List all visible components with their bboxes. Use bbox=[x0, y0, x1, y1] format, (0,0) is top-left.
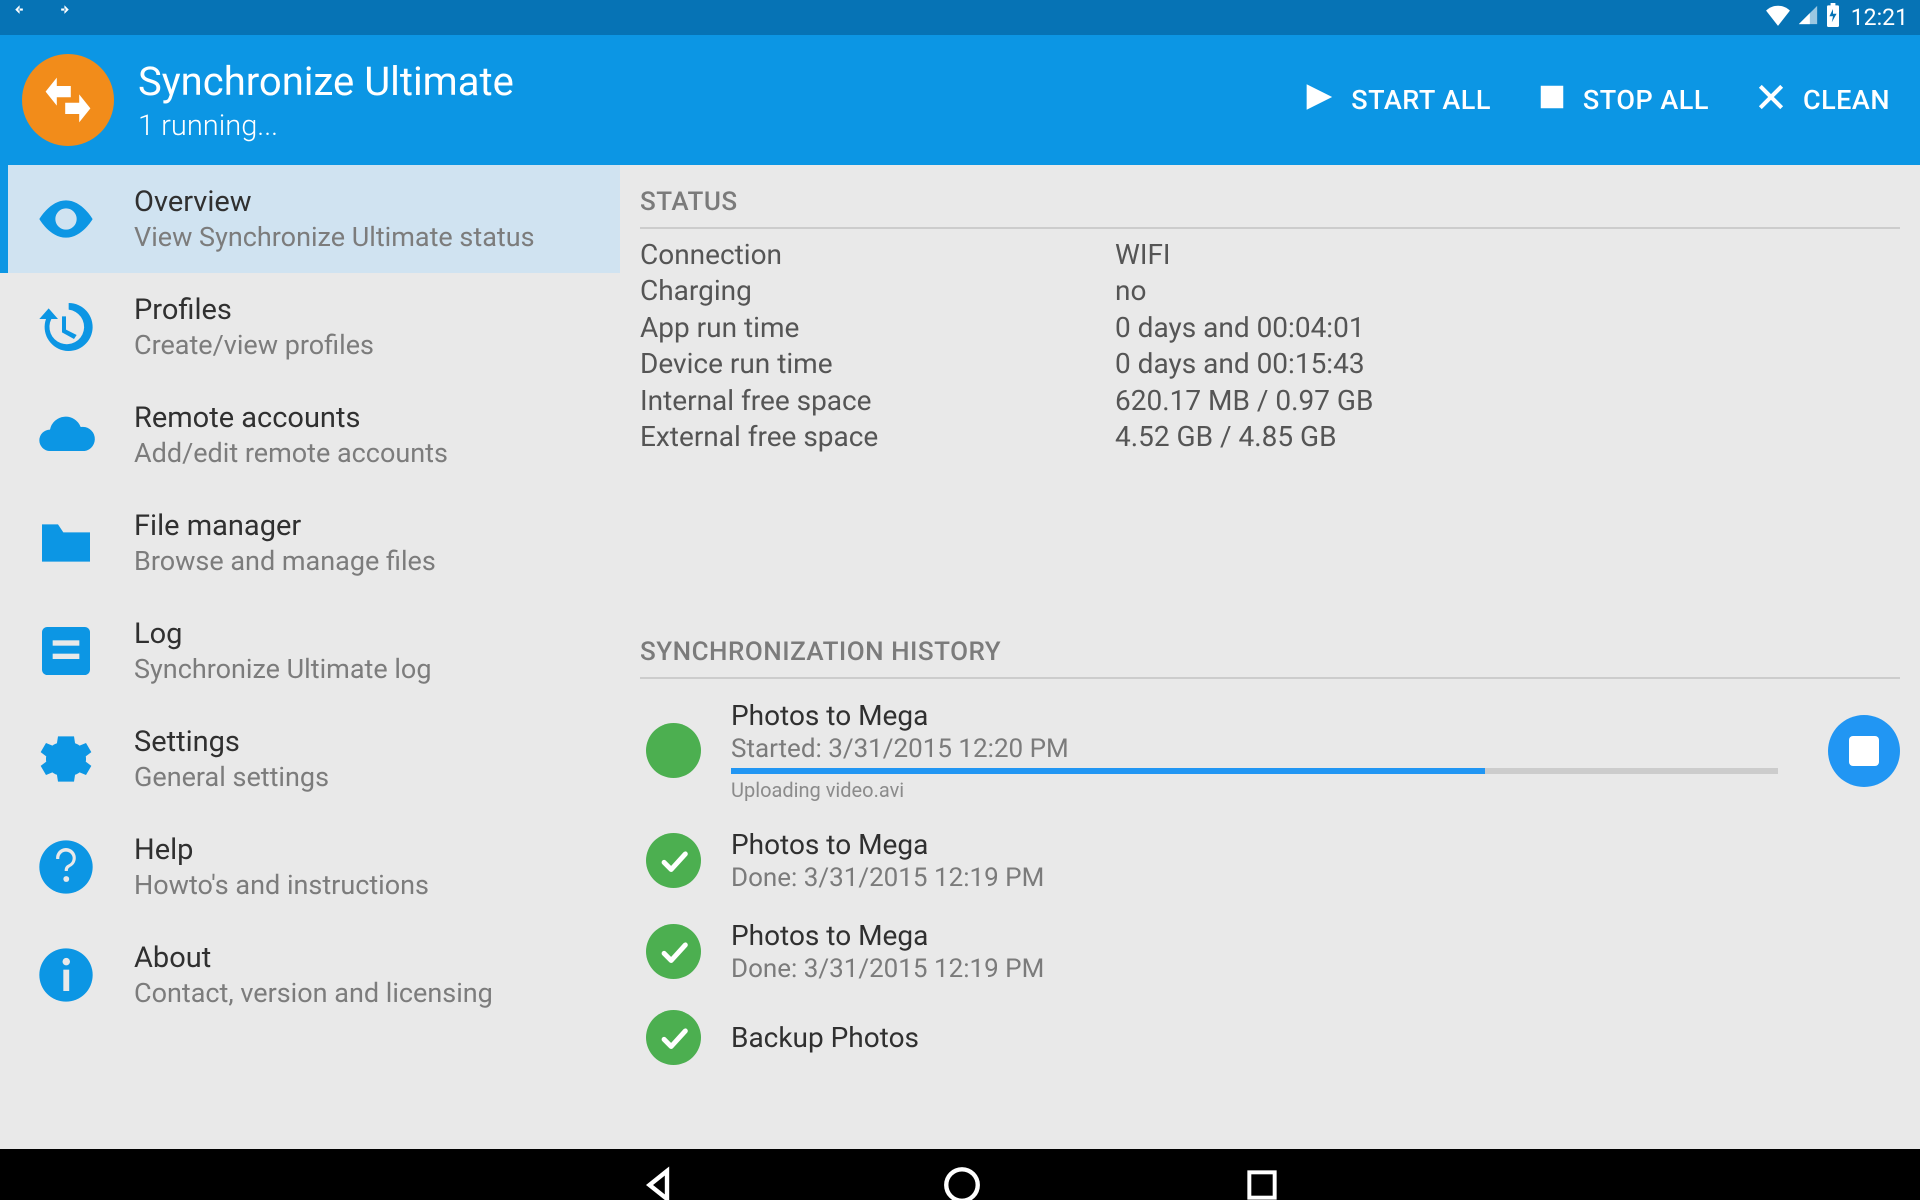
android-status-bar: 12:21 bbox=[0, 0, 1920, 35]
sidebar-item-label: Settings bbox=[134, 725, 329, 759]
progress-bar bbox=[731, 768, 1778, 774]
running-status-icon bbox=[646, 723, 701, 778]
sidebar-item-file-manager[interactable]: File manager Browse and manage files bbox=[0, 489, 620, 597]
start-all-label: START ALL bbox=[1351, 84, 1491, 116]
history-section-header: SYNCHRONIZATION HISTORY bbox=[640, 625, 1900, 679]
nav-home-button[interactable] bbox=[941, 1164, 983, 1200]
wifi-icon bbox=[1765, 4, 1791, 32]
sidebar-item-label: About bbox=[134, 941, 493, 975]
app-logo-icon bbox=[22, 54, 114, 146]
clean-button[interactable]: CLEAN bbox=[1755, 81, 1890, 120]
done-status-icon bbox=[646, 833, 701, 888]
sync-icon bbox=[12, 2, 38, 34]
folder-icon bbox=[30, 507, 102, 579]
sidebar-item-sub: View Synchronize Ultimate status bbox=[134, 221, 535, 253]
android-nav-bar bbox=[0, 1149, 1920, 1200]
done-status-icon bbox=[646, 1010, 701, 1065]
sidebar-item-about[interactable]: About Contact, version and licensing bbox=[0, 921, 620, 1011]
status-row: Internal free space620.17 MB / 0.97 GB bbox=[640, 383, 1900, 419]
done-status-icon bbox=[646, 924, 701, 979]
sidebar-item-profiles[interactable]: Profiles Create/view profiles bbox=[0, 273, 620, 381]
signal-icon bbox=[1797, 4, 1819, 32]
info-icon bbox=[30, 939, 102, 1011]
history-item-running[interactable]: Photos to Mega Started: 3/31/2015 12:20 … bbox=[640, 691, 1900, 820]
clean-label: CLEAN bbox=[1803, 84, 1890, 116]
history-item[interactable]: Photos to Mega Done: 3/31/2015 12:19 PM bbox=[640, 820, 1900, 911]
play-icon bbox=[1301, 80, 1335, 121]
history-item-meta: Started: 3/31/2015 12:20 PM bbox=[731, 734, 1778, 764]
stop-all-label: STOP ALL bbox=[1583, 84, 1709, 116]
sidebar: Overview View Synchronize Ultimate statu… bbox=[0, 165, 620, 1149]
help-icon bbox=[30, 831, 102, 903]
sidebar-item-log[interactable]: Log Synchronize Ultimate log bbox=[0, 597, 620, 705]
nav-recents-button[interactable] bbox=[1243, 1166, 1281, 1200]
sidebar-item-label: Help bbox=[134, 833, 429, 867]
sidebar-item-label: Remote accounts bbox=[134, 401, 448, 435]
gear-icon bbox=[30, 723, 102, 795]
status-table: ConnectionWIFI Chargingno App run time0 … bbox=[640, 237, 1900, 455]
sidebar-item-sub: Add/edit remote accounts bbox=[134, 437, 448, 469]
sync-icon bbox=[46, 2, 72, 34]
close-icon bbox=[1755, 81, 1787, 120]
sidebar-item-sub: Contact, version and licensing bbox=[134, 977, 493, 1009]
status-row: ConnectionWIFI bbox=[640, 237, 1900, 273]
status-section-header: STATUS bbox=[640, 175, 1900, 229]
sidebar-item-label: File manager bbox=[134, 509, 436, 543]
app-title: Synchronize Ultimate bbox=[138, 58, 514, 105]
sidebar-item-remote-accounts[interactable]: Remote accounts Add/edit remote accounts bbox=[0, 381, 620, 489]
sidebar-item-label: Overview bbox=[134, 185, 535, 219]
app-action-bar: Synchronize Ultimate 1 running... START … bbox=[0, 35, 1920, 165]
history-item-meta: Done: 3/31/2015 12:19 PM bbox=[731, 863, 1900, 893]
status-row: App run time0 days and 00:04:01 bbox=[640, 310, 1900, 346]
sidebar-item-sub: General settings bbox=[134, 761, 329, 793]
start-all-button[interactable]: START ALL bbox=[1301, 80, 1491, 121]
eye-icon bbox=[30, 183, 102, 255]
stop-icon bbox=[1849, 736, 1879, 766]
sidebar-item-sub: Browse and manage files bbox=[134, 545, 436, 577]
status-row: Device run time0 days and 00:15:43 bbox=[640, 346, 1900, 382]
sidebar-item-settings[interactable]: Settings General settings bbox=[0, 705, 620, 813]
status-time: 12:21 bbox=[1851, 4, 1908, 31]
sidebar-item-label: Profiles bbox=[134, 293, 374, 327]
history-item-name: Backup Photos bbox=[731, 1021, 1900, 1054]
history-item-name: Photos to Mega bbox=[731, 828, 1900, 861]
sidebar-item-sub: Howto's and instructions bbox=[134, 869, 429, 901]
sidebar-item-help[interactable]: Help Howto's and instructions bbox=[0, 813, 620, 921]
log-icon bbox=[30, 615, 102, 687]
history-item-detail: Uploading video.avi bbox=[731, 778, 1778, 802]
history-item-meta: Done: 3/31/2015 12:19 PM bbox=[731, 954, 1900, 984]
history-item[interactable]: Backup Photos bbox=[640, 1002, 1900, 1065]
sidebar-item-sub: Create/view profiles bbox=[134, 329, 374, 361]
stop-icon bbox=[1537, 82, 1567, 119]
status-row: External free space4.52 GB / 4.85 GB bbox=[640, 419, 1900, 455]
history-item-name: Photos to Mega bbox=[731, 699, 1778, 732]
stop-all-button[interactable]: STOP ALL bbox=[1537, 82, 1709, 119]
history-list: Photos to Mega Started: 3/31/2015 12:20 … bbox=[640, 691, 1900, 1065]
app-subtitle: 1 running... bbox=[138, 109, 514, 143]
history-item[interactable]: Photos to Mega Done: 3/31/2015 12:19 PM bbox=[640, 911, 1900, 1002]
sidebar-item-sub: Synchronize Ultimate log bbox=[134, 653, 432, 685]
main-panel: STATUS ConnectionWIFI Chargingno App run… bbox=[620, 165, 1920, 1149]
nav-back-button[interactable] bbox=[639, 1164, 681, 1200]
status-row: Chargingno bbox=[640, 273, 1900, 309]
stop-sync-button[interactable] bbox=[1828, 715, 1900, 787]
sidebar-item-overview[interactable]: Overview View Synchronize Ultimate statu… bbox=[0, 165, 620, 273]
history-item-name: Photos to Mega bbox=[731, 919, 1900, 952]
sidebar-item-label: Log bbox=[134, 617, 432, 651]
history-icon bbox=[30, 291, 102, 363]
battery-charging-icon bbox=[1825, 3, 1841, 33]
cloud-icon bbox=[30, 399, 102, 471]
